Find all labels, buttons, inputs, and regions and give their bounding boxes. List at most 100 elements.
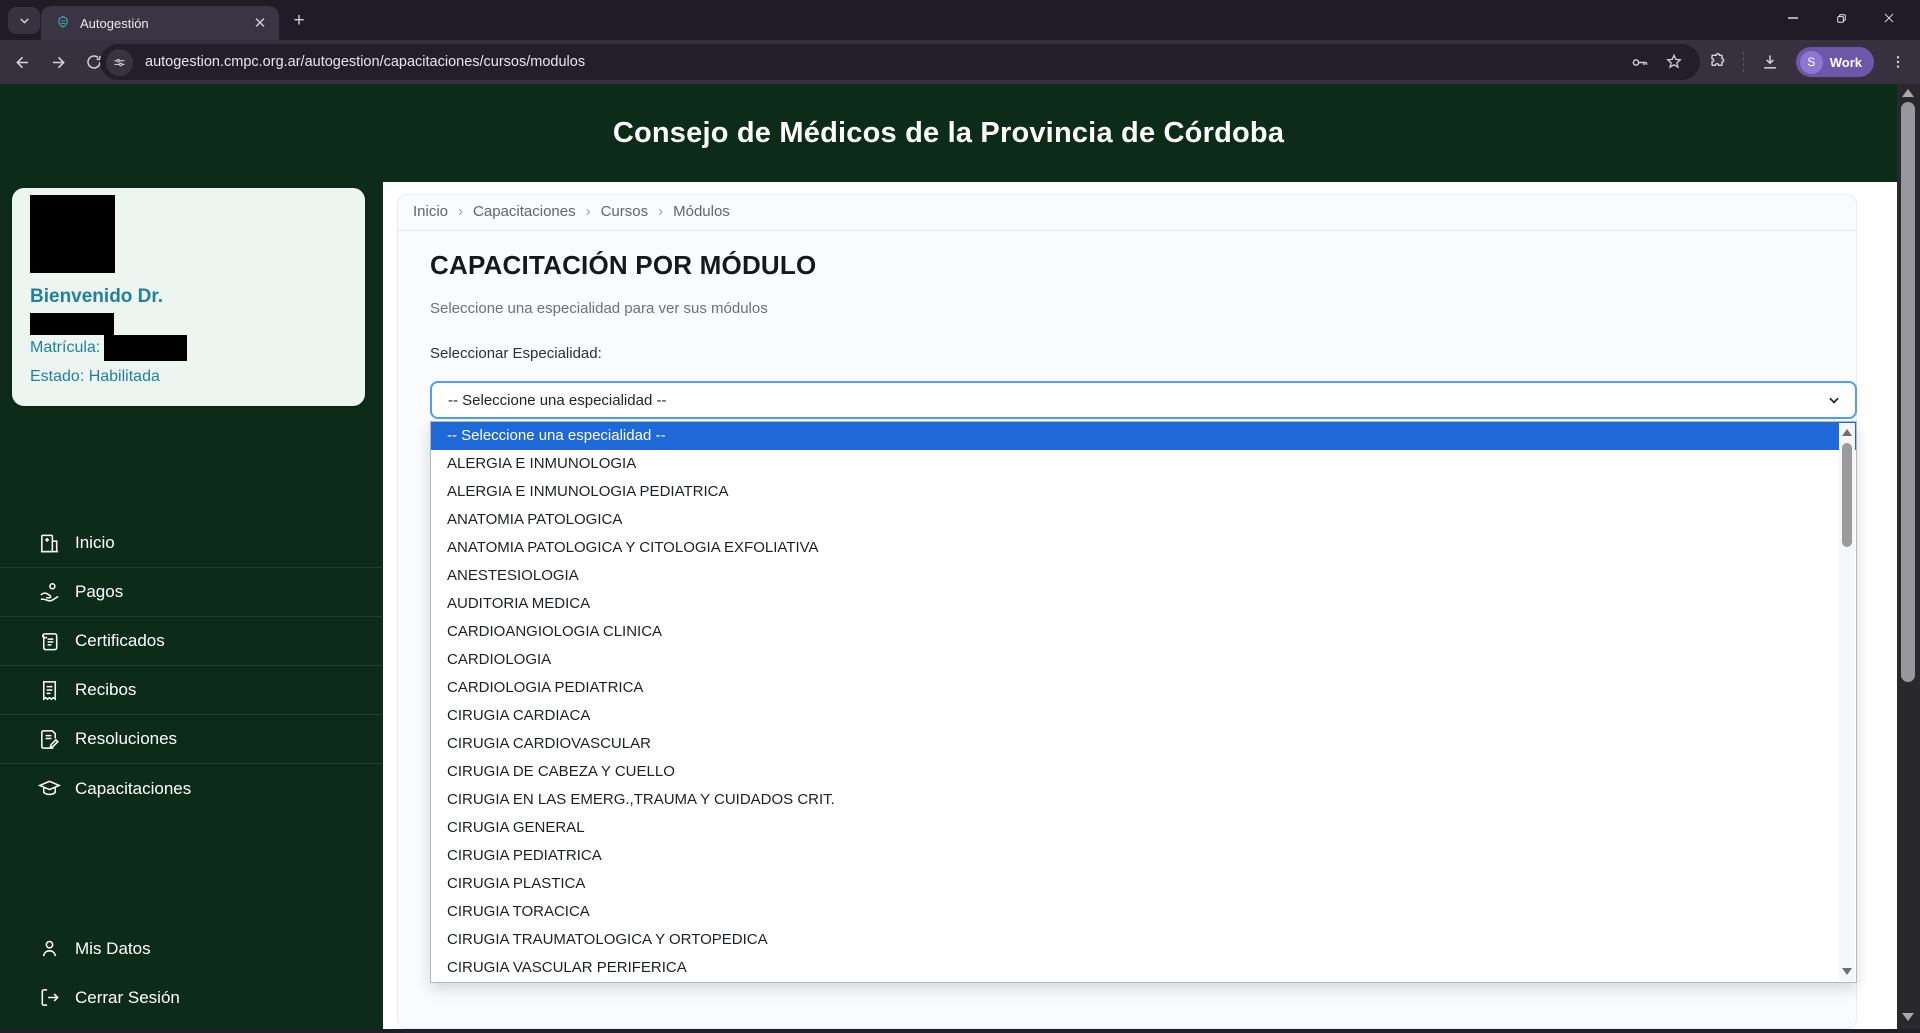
page-scrollbar-thumb[interactable] — [1901, 102, 1915, 682]
hand-coin-icon — [38, 581, 61, 604]
specialty-option[interactable]: ALERGIA E INMUNOLOGIA — [431, 450, 1856, 478]
specialty-option[interactable]: ANATOMIA PATOLOGICA Y CITOLOGIA EXFOLIAT… — [431, 534, 1856, 562]
section-title: CAPACITACIÓN POR MÓDULO — [430, 250, 816, 281]
url-text[interactable]: autogestion.cmpc.org.ar/autogestion/capa… — [145, 54, 1629, 70]
sidebar-item-certificados[interactable]: Certificados — [0, 617, 383, 666]
tab-search-chevron-button[interactable] — [8, 7, 40, 34]
back-button[interactable] — [8, 48, 36, 76]
downloads-icon[interactable] — [1760, 52, 1780, 72]
tab-close-icon[interactable]: ✕ — [251, 14, 269, 32]
specialty-select-label: Seleccionar Especialidad: — [430, 345, 602, 362]
breadcrumb-item-modulos[interactable]: Módulos — [673, 203, 730, 220]
document-pen-icon — [38, 728, 61, 751]
specialty-select-value: -- Seleccione una especialidad -- — [448, 392, 1827, 409]
window-close-button[interactable] — [1878, 7, 1900, 29]
scroll-up-icon[interactable] — [1902, 89, 1914, 97]
page-scrollbar[interactable] — [1897, 84, 1920, 1029]
bookmark-star-icon[interactable] — [1664, 52, 1684, 72]
tab-title: Autogestión — [80, 16, 251, 31]
chevron-down-icon — [18, 14, 31, 27]
sidebar-item-cerrar-sesion[interactable]: Cerrar Sesión — [0, 973, 383, 1022]
specialty-option[interactable]: -- Seleccione una especialidad -- — [431, 422, 1856, 450]
url-bar-actions — [1629, 52, 1700, 73]
extensions-icon[interactable] — [1707, 52, 1727, 72]
specialty-option[interactable]: CIRUGIA PLASTICA — [431, 870, 1856, 898]
person-icon — [38, 937, 61, 960]
specialty-option[interactable]: CARDIOLOGIA — [431, 646, 1856, 674]
url-bar[interactable]: autogestion.cmpc.org.ar/autogestion/capa… — [100, 44, 1700, 80]
site-settings-icon[interactable] — [106, 49, 133, 76]
scroll-icon — [38, 630, 61, 653]
toolbar-divider — [1743, 52, 1744, 72]
specialty-option[interactable]: ANESTESIOLOGIA — [431, 562, 1856, 590]
sidebar-item-label: Pagos — [75, 582, 123, 602]
toolbar-right: S Work — [1707, 44, 1906, 80]
specialty-select[interactable]: -- Seleccione una especialidad -- — [430, 381, 1857, 419]
window-restore-button[interactable] — [1830, 7, 1852, 29]
redacted-avatar — [30, 195, 115, 273]
breadcrumb-item-cursos[interactable]: Cursos — [601, 203, 649, 220]
sidebar-item-label: Mis Datos — [75, 939, 151, 959]
breadcrumb-item-capacitaciones[interactable]: Capacitaciones — [473, 203, 576, 220]
dropdown-scrollbar-thumb[interactable] — [1842, 443, 1852, 547]
sidebar-item-label: Recibos — [75, 680, 136, 700]
specialty-option[interactable]: ALERGIA E INMUNOLOGIA PEDIATRICA — [431, 478, 1856, 506]
scroll-down-icon[interactable] — [1842, 968, 1852, 975]
specialty-option[interactable]: CIRUGIA EN LAS EMERG.,TRAUMA Y CUIDADOS … — [431, 786, 1856, 814]
specialty-dropdown: -- Seleccione una especialidad --ALERGIA… — [430, 421, 1857, 983]
sidebar: Bienvenido Dr. Matrícula: Estado: Habili… — [0, 84, 383, 1029]
forward-button[interactable] — [44, 48, 72, 76]
scroll-up-icon[interactable] — [1842, 429, 1852, 436]
sidebar-item-mis-datos[interactable]: Mis Datos — [0, 924, 383, 973]
window-bottom-edge — [0, 1029, 1920, 1033]
breadcrumb-separator-icon: › — [458, 203, 463, 220]
sidebar-item-capacitaciones[interactable]: Capacitaciones — [0, 764, 383, 813]
specialty-option[interactable]: CIRUGIA TRAUMATOLOGICA Y ORTOPEDICA — [431, 926, 1856, 954]
sidebar-item-recibos[interactable]: Recibos — [0, 666, 383, 715]
window-minimize-button[interactable] — [1782, 7, 1804, 29]
graduation-cap-icon — [38, 777, 61, 800]
sidebar-item-label: Resoluciones — [75, 729, 177, 749]
section-subtitle: Seleccione una especialidad para ver sus… — [430, 300, 768, 317]
specialty-option[interactable]: CIRUGIA PEDIATRICA — [431, 842, 1856, 870]
window-controls — [1782, 0, 1914, 36]
browser-menu-icon[interactable] — [1890, 53, 1906, 71]
browser-tab[interactable]: Autogestión ✕ — [41, 6, 279, 40]
profile-card: Bienvenido Dr. Matrícula: Estado: Habili… — [12, 188, 365, 406]
receipt-icon — [38, 679, 61, 702]
new-tab-button[interactable]: + — [288, 10, 310, 32]
specialty-option[interactable]: CIRUGIA DE CABEZA Y CUELLO — [431, 758, 1856, 786]
redacted-matricula-number — [104, 335, 187, 361]
sidebar-nav: Inicio Pagos Certificados Recibos Resolucion… — [0, 519, 383, 813]
breadcrumb-item-inicio[interactable]: Inicio — [413, 203, 448, 220]
specialty-option[interactable]: CIRUGIA TORACICA — [431, 898, 1856, 926]
sidebar-item-label: Capacitaciones — [75, 779, 191, 799]
browser-tabstrip: Autogestión ✕ + — [0, 0, 1920, 40]
chevron-down-icon — [1827, 393, 1841, 407]
dropdown-scrollbar[interactable] — [1839, 423, 1855, 981]
breadcrumb-separator-icon: › — [658, 203, 663, 220]
browser-toolbar: autogestion.cmpc.org.ar/autogestion/capa… — [0, 40, 1920, 84]
sidebar-item-inicio[interactable]: Inicio — [0, 519, 383, 568]
specialty-option[interactable]: CARDIOLOGIA PEDIATRICA — [431, 674, 1856, 702]
specialty-option[interactable]: CIRUGIA GENERAL — [431, 814, 1856, 842]
screen: Autogestión ✕ + — [0, 0, 1920, 1033]
scroll-down-icon[interactable] — [1902, 1013, 1914, 1021]
welcome-text: Bienvenido Dr. — [30, 286, 163, 308]
specialty-option[interactable]: CIRUGIA VASCULAR PERIFERICA — [431, 954, 1856, 982]
specialty-option[interactable]: ANATOMIA PATOLOGICA — [431, 506, 1856, 534]
passwords-key-icon[interactable] — [1629, 52, 1650, 73]
sidebar-item-pagos[interactable]: Pagos — [0, 568, 383, 617]
profile-name: Work — [1830, 55, 1862, 70]
sidebar-item-label: Cerrar Sesión — [75, 988, 180, 1008]
matricula-label: Matrícula: — [30, 339, 100, 357]
sidebar-item-label: Inicio — [75, 533, 115, 553]
specialty-option[interactable]: CIRUGIA CARDIACA — [431, 702, 1856, 730]
estado-text: Estado: Habilitada — [30, 368, 160, 386]
breadcrumb-separator-icon: › — [586, 203, 591, 220]
browser-profile-chip[interactable]: S Work — [1796, 47, 1874, 77]
specialty-option[interactable]: AUDITORIA MEDICA — [431, 590, 1856, 618]
sidebar-item-resoluciones[interactable]: Resoluciones — [0, 715, 383, 764]
specialty-option[interactable]: CARDIOANGIOLOGIA CLINICA — [431, 618, 1856, 646]
specialty-option[interactable]: CIRUGIA CARDIOVASCULAR — [431, 730, 1856, 758]
